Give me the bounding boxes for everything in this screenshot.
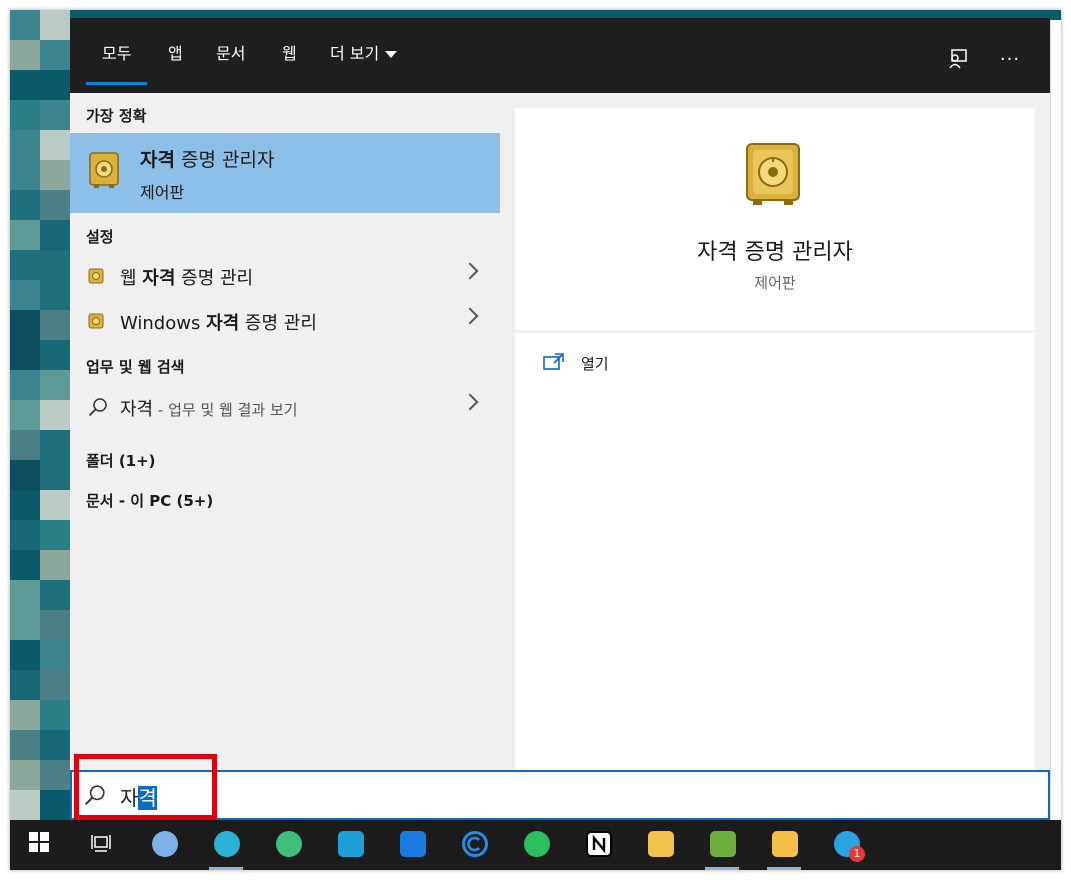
tab-web[interactable]: 웹 [282, 40, 297, 80]
task-view-icon [90, 831, 116, 857]
best-match-subtitle: 제어판 [140, 183, 185, 202]
tab-all[interactable]: 모두 [85, 40, 149, 85]
package-app-icon [338, 831, 364, 857]
tab-more[interactable]: 더 보기 [330, 40, 398, 80]
preview-subtitle: 제어판 [754, 274, 796, 292]
chevron-right-icon[interactable] [461, 393, 479, 411]
bird-app-icon [214, 831, 240, 857]
settings-header: 설정 [86, 228, 114, 246]
settings-item-web-credentials[interactable]: 웹 자격 증명 관리 [70, 254, 500, 298]
web-search-label: 자격 - 업무 및 웹 결과 보기 [120, 395, 298, 421]
settings-item-bold: 자격 [206, 313, 240, 334]
chevron-right-icon[interactable] [461, 262, 479, 280]
search-input[interactable]: 자격 [70, 770, 1050, 820]
open-icon [543, 353, 564, 370]
web-search-suffix: - 업무 및 웹 결과 보기 [153, 401, 298, 419]
evernote-icon [524, 831, 550, 857]
tab-more-label: 더 보기 [330, 44, 380, 63]
notification-badge: 1 [849, 846, 865, 862]
calendar-icon [400, 831, 426, 857]
best-match-title: 자격 증명 관리자 [140, 145, 274, 172]
edge-taskbar-button[interactable] [263, 820, 313, 870]
best-match-header: 가장 정확 [86, 107, 147, 125]
tab-documents[interactable]: 문서 [216, 40, 245, 80]
edge-icon [276, 831, 302, 857]
settings-item-pre: 웹 [120, 268, 143, 289]
tab-apps[interactable]: 앱 [168, 40, 183, 80]
background-window-edge [1050, 20, 1061, 820]
web-search-header: 업무 및 웹 검색 [86, 358, 185, 376]
settings-item-post: 증명 관리 [175, 268, 254, 289]
preview-header: 자격 증명 관리자 제어판 [515, 108, 1035, 330]
settings-item-windows-credentials[interactable]: Windows 자격 증명 관리 [70, 299, 500, 343]
task-view-taskbar-button[interactable] [77, 820, 127, 870]
settings-item-bold: 자격 [142, 268, 176, 289]
search-text-plain: 자 [120, 786, 139, 810]
results-list: 가장 정확 자격 증명 관리자 제어판 설정 웹 자격 증명 관리 Window… [70, 93, 500, 783]
evernote-taskbar-button[interactable] [511, 820, 561, 870]
search-tabs-bar: 모두 앱 문서 웹 더 보기 ··· [70, 18, 1050, 93]
settings-item-pre: Windows [120, 313, 207, 334]
documents-header[interactable]: 문서 - 이 PC (5+) [86, 490, 213, 511]
onedrive-folder-taskbar-button[interactable] [635, 820, 685, 870]
web-search-result[interactable]: 자격 - 업무 및 웹 결과 보기 [70, 385, 500, 429]
feedback-icon[interactable] [946, 48, 970, 72]
settings-item-label: Windows 자격 증명 관리 [120, 309, 317, 335]
preview-title: 자격 증명 관리자 [697, 240, 853, 265]
package-app-taskbar-button[interactable] [325, 820, 375, 870]
c-app-taskbar-button[interactable] [449, 820, 499, 870]
folders-header[interactable]: 폴더 (1+) [86, 450, 156, 471]
chevron-right-icon[interactable] [461, 307, 479, 325]
telegram-taskbar-button[interactable]: 1 [821, 820, 871, 870]
desktop-background [10, 10, 70, 820]
mail-taskbar-button[interactable] [139, 820, 189, 870]
best-match-title-rest: 증명 관리자 [174, 149, 275, 171]
windows-search-panel: 모두 앱 문서 웹 더 보기 ··· 가장 정확 자격 증명 관리자 제어판 설… [70, 18, 1050, 820]
c-app-icon [462, 831, 488, 857]
more-options-icon[interactable]: ··· [998, 48, 1022, 72]
search-text-selected: 격 [138, 786, 157, 810]
search-icon [88, 398, 107, 417]
vault-icon [88, 268, 104, 284]
vault-icon [746, 143, 800, 205]
preview-actions: 열기 [515, 333, 1035, 783]
open-action[interactable]: 열기 [543, 349, 743, 379]
search-text: 자격 [120, 782, 157, 811]
image-editor-icon [710, 831, 736, 857]
start-taskbar-button[interactable] [15, 820, 65, 870]
best-match-credential-manager[interactable]: 자격 증명 관리자 제어판 [70, 133, 500, 213]
onedrive-folder-icon [648, 831, 674, 857]
open-action-label: 열기 [581, 355, 609, 373]
preview-pane: 자격 증명 관리자 제어판 열기 [515, 108, 1035, 788]
search-icon [84, 785, 105, 806]
notion-taskbar-button[interactable] [573, 820, 623, 870]
file-explorer-icon [772, 831, 798, 857]
taskbar: 1 [10, 820, 1061, 870]
vault-icon [89, 152, 119, 188]
calendar-taskbar-button[interactable] [387, 820, 437, 870]
best-match-title-bold: 자격 [140, 149, 175, 171]
desktop-frame: 모두 앱 문서 웹 더 보기 ··· 가장 정확 자격 증명 관리자 제어판 설… [10, 10, 1061, 870]
file-explorer-taskbar-button[interactable] [759, 820, 809, 870]
settings-item-post: 증명 관리 [239, 313, 317, 334]
notion-icon [586, 831, 612, 857]
chevron-down-icon [385, 51, 398, 58]
start-icon [28, 831, 54, 857]
web-search-query: 자격 [120, 399, 154, 420]
mail-icon [152, 831, 178, 857]
image-editor-taskbar-button[interactable] [697, 820, 747, 870]
settings-item-label: 웹 자격 증명 관리 [120, 264, 253, 290]
bird-app-taskbar-button[interactable] [201, 820, 251, 870]
vault-icon [88, 313, 104, 329]
